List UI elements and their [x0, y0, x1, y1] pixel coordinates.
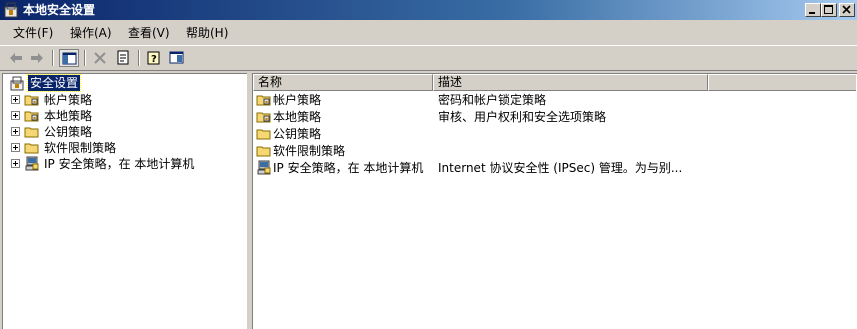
toolbar-separator: [84, 50, 86, 66]
tree-item-label: 帐户策略: [44, 93, 93, 107]
column-header-name[interactable]: 名称: [253, 74, 433, 91]
row-description: 密码和帐户锁定策略: [438, 93, 547, 107]
tree-item-label: 公钥策略: [44, 125, 93, 139]
row-name: 软件限制策略: [273, 144, 346, 158]
ip-security-icon: [25, 156, 39, 171]
tree-item-account-policy[interactable]: 帐户策略: [11, 92, 241, 108]
tree-item-ip-security[interactable]: IP 安全策略，在 本地计算机: [11, 156, 241, 172]
policy-folder-icon: [24, 111, 39, 122]
maximize-icon: [824, 5, 833, 14]
row-name: 本地策略: [273, 110, 322, 124]
menu-help[interactable]: 帮助(H): [186, 26, 228, 42]
forward-icon: [31, 53, 43, 63]
row-name: IP 安全策略，在 本地计算机: [273, 161, 424, 175]
console-button[interactable]: [167, 49, 187, 67]
row-description: 审核、用户权利和安全选项策略: [438, 110, 607, 124]
list-row[interactable]: IP 安全策略，在 本地计算机 Internet 协议安全性 (IPSec) 管…: [253, 160, 856, 176]
security-settings-icon: [4, 2, 18, 18]
folder-icon: [24, 127, 39, 138]
toolbar: ?: [0, 45, 857, 71]
delete-button[interactable]: [90, 49, 110, 67]
close-button[interactable]: [839, 3, 855, 17]
tree-item-label: IP 安全策略，在 本地计算机: [44, 157, 195, 171]
minimize-icon: [809, 12, 815, 14]
expand-icon[interactable]: [11, 159, 20, 168]
column-header-filler: [708, 74, 856, 91]
local-security-settings-window: 本地安全设置 文件(F) 操作(A) 查看(V) 帮助(H) ? 安全设置 帐户…: [0, 0, 857, 329]
security-settings-icon: [10, 76, 24, 91]
delete-icon: [94, 52, 106, 64]
toolbar-separator: [138, 50, 140, 66]
maximize-button[interactable]: [821, 3, 837, 17]
tree-item-label: 软件限制策略: [44, 141, 117, 155]
tree-item-label: 本地策略: [44, 109, 93, 123]
expand-icon[interactable]: [11, 95, 20, 104]
console-icon: [169, 51, 184, 64]
properties-icon: [117, 50, 129, 65]
window-title: 本地安全设置: [23, 3, 96, 17]
expand-icon[interactable]: [11, 111, 20, 120]
show-hide-tree-button[interactable]: [59, 49, 79, 67]
close-icon: [842, 5, 851, 14]
tree-item-software-restriction[interactable]: 软件限制策略: [11, 140, 241, 156]
menu-bar: 文件(F) 操作(A) 查看(V) 帮助(H): [0, 22, 857, 44]
help-icon: ?: [147, 51, 160, 65]
folder-icon: [256, 146, 271, 157]
back-button[interactable]: [6, 49, 26, 67]
menu-file[interactable]: 文件(F): [13, 26, 53, 42]
folder-icon: [256, 129, 271, 140]
policy-folder-icon: [256, 112, 271, 123]
expand-icon[interactable]: [11, 143, 20, 152]
column-header-description[interactable]: 描述: [433, 74, 708, 91]
list-row[interactable]: 公钥策略: [253, 126, 856, 142]
list-row[interactable]: 本地策略 审核、用户权利和安全选项策略: [253, 109, 856, 125]
policy-folder-icon: [256, 95, 271, 106]
back-icon: [10, 53, 22, 63]
details-pane[interactable]: 名称 描述 帐户策略 密码和帐户锁定策略 本地策略 审核、用户权利和安全选项策略…: [252, 73, 857, 329]
console-tree-pane[interactable]: 安全设置 帐户策略 本地策略 公钥策略 软件限制策略 IP 安全策略，在 本地计…: [2, 73, 247, 329]
toolbar-separator: [52, 50, 54, 66]
tree-root-row[interactable]: 安全设置: [9, 74, 239, 92]
svg-text:?: ?: [151, 54, 157, 65]
tree-item-local-policy[interactable]: 本地策略: [11, 108, 241, 124]
tree-item-public-key-policy[interactable]: 公钥策略: [11, 124, 241, 140]
expand-icon[interactable]: [11, 127, 20, 136]
row-name: 公钥策略: [273, 127, 322, 141]
list-row[interactable]: 软件限制策略: [253, 143, 856, 159]
policy-folder-icon: [24, 95, 39, 106]
row-description: Internet 协议安全性 (IPSec) 管理。为与别...: [438, 161, 683, 175]
menu-action[interactable]: 操作(A): [70, 26, 112, 42]
row-name: 帐户策略: [273, 93, 322, 107]
properties-button[interactable]: [113, 49, 133, 67]
help-button[interactable]: ?: [144, 49, 164, 67]
list-row[interactable]: 帐户策略 密码和帐户锁定策略: [253, 92, 856, 108]
folder-icon: [24, 143, 39, 154]
show-hide-tree-icon: [62, 52, 77, 65]
title-bar[interactable]: 本地安全设置: [0, 0, 857, 20]
forward-button[interactable]: [27, 49, 47, 67]
menu-view[interactable]: 查看(V): [128, 26, 170, 42]
list-header: 名称 描述: [253, 74, 856, 91]
ip-security-icon: [257, 160, 271, 175]
tree-root-label[interactable]: 安全设置: [26, 74, 82, 92]
minimize-button[interactable]: [805, 3, 821, 17]
